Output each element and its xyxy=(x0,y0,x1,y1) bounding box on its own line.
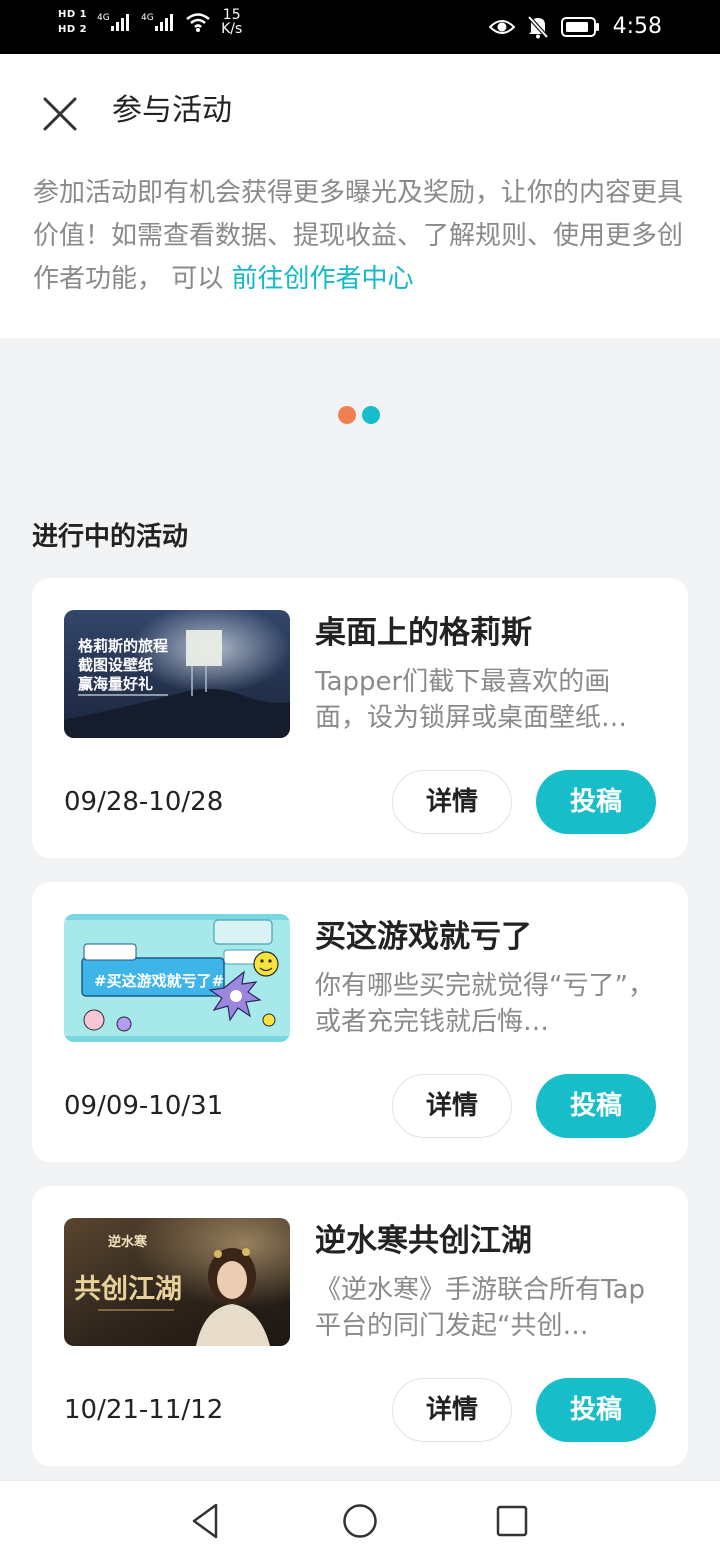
thumbnail-image: #买这游戏就亏了# xyxy=(64,914,290,1042)
close-icon[interactable] xyxy=(36,90,84,138)
network-speed: 15 K/s xyxy=(221,8,242,36)
submit-button[interactable]: 投稿 xyxy=(536,770,656,834)
status-left: HD 1 HD 2 4G 4G 15 K/s xyxy=(58,8,242,36)
eye-icon xyxy=(488,20,515,34)
bell-muted-icon xyxy=(527,15,549,39)
banner-pagination xyxy=(338,406,380,424)
recents-icon[interactable] xyxy=(490,1499,534,1543)
submit-button[interactable]: 投稿 xyxy=(536,1378,656,1442)
home-icon[interactable] xyxy=(338,1499,382,1543)
thumbnail-image: 格莉斯的旅程 截图设壁纸 赢海量好礼 xyxy=(64,610,290,738)
sim-indicators: HD 1 HD 2 xyxy=(58,9,87,36)
thumb-text-line: 赢海量好礼 xyxy=(78,675,153,693)
thumb-text-line: 格莉斯的旅程 xyxy=(78,637,168,655)
svg-text:4G: 4G xyxy=(141,13,154,23)
page-title: 参与活动 xyxy=(112,93,232,128)
section-title: 进行中的活动 xyxy=(32,522,189,552)
activity-thumbnail[interactable]: 逆水寒 共创江湖 xyxy=(64,1218,290,1346)
thumb-text-line: 共创江湖 xyxy=(74,1274,182,1305)
banner-dot[interactable] xyxy=(338,406,356,424)
intro-text: 参加活动即有机会获得更多曝光及奖励，让你的内容更具价值！如需查看数据、提现收益、… xyxy=(33,172,693,301)
activity-card[interactable]: #买这游戏就亏了# 买这游戏就亏了 你有哪些买完就觉得“亏了”，或者充完钱就后悔… xyxy=(32,882,688,1162)
speed-value: 15 xyxy=(222,7,241,23)
activity-card[interactable]: 格莉斯的旅程 截图设壁纸 赢海量好礼 桌面上的格莉斯 Tapper们截下最喜欢的… xyxy=(32,578,688,858)
sim1-label: HD 1 xyxy=(58,8,88,20)
battery-icon xyxy=(560,17,599,37)
activity-date-range: 09/28-10/28 xyxy=(64,787,224,817)
creator-center-link[interactable]: 前往创作者中心 xyxy=(232,264,414,294)
details-button[interactable]: 详情 xyxy=(392,770,512,834)
thumb-text-line: #买这游戏就亏了# xyxy=(94,972,224,990)
submit-button[interactable]: 投稿 xyxy=(536,1074,656,1138)
activity-title: 逆水寒共创江湖 xyxy=(315,1223,532,1259)
activity-card[interactable]: 逆水寒 共创江湖 逆水寒共创江湖 《逆水寒》手游联合所有Tap平台的同门发起“共… xyxy=(32,1186,688,1466)
wifi-icon xyxy=(186,13,210,32)
thumb-text-line: 逆水寒 xyxy=(108,1234,148,1250)
thumbnail-image: 逆水寒 共创江湖 xyxy=(64,1218,290,1346)
speed-unit: K/s xyxy=(221,21,243,37)
activity-thumbnail[interactable]: #买这游戏就亏了# xyxy=(64,914,290,1042)
activity-description: 你有哪些买完就觉得“亏了”，或者充完钱就后悔… xyxy=(315,971,654,1037)
back-icon[interactable] xyxy=(184,1499,228,1543)
page-header: 参与活动 参加活动即有机会获得更多曝光及奖励，让你的内容更具价值！如需查看数据、… xyxy=(0,54,720,338)
activity-date-range: 10/21-11/12 xyxy=(64,1395,224,1425)
signal-icon: 4G xyxy=(97,13,130,31)
clock: 4:58 xyxy=(612,14,662,39)
activity-date-range: 09/09-10/31 xyxy=(64,1091,224,1121)
status-bar: HD 1 HD 2 4G 4G 15 K/s 4:58 xyxy=(0,0,720,54)
details-button[interactable]: 详情 xyxy=(392,1378,512,1442)
svg-text:4G: 4G xyxy=(97,13,110,23)
activity-title: 桌面上的格莉斯 xyxy=(315,615,532,651)
activity-description: 《逆水寒》手游联合所有Tap平台的同门发起“共创… xyxy=(315,1275,646,1341)
details-button[interactable]: 详情 xyxy=(392,1074,512,1138)
status-right: 4:58 xyxy=(488,12,662,42)
activity-description: Tapper们截下最喜欢的画面，设为锁屏或桌面壁纸… xyxy=(315,667,628,733)
activity-thumbnail[interactable]: 格莉斯的旅程 截图设壁纸 赢海量好礼 xyxy=(64,610,290,738)
system-nav-bar xyxy=(0,1480,720,1560)
sim2-label: HD 2 xyxy=(58,23,88,35)
thumb-text-line: 截图设壁纸 xyxy=(78,656,153,674)
banner-dot[interactable] xyxy=(362,406,380,424)
signal-icon-2: 4G xyxy=(141,13,174,31)
activity-title: 买这游戏就亏了 xyxy=(315,919,532,955)
